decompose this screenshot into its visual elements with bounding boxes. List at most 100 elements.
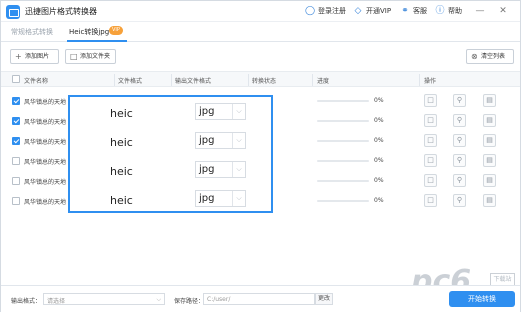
search-icon[interactable]: ⚲ — [453, 174, 466, 187]
progress-bar — [317, 200, 369, 202]
chevron-down-icon: ⌵ — [232, 162, 245, 177]
progress-percent: 0% — [374, 157, 384, 164]
output-format-select[interactable]: jpg ⌵ — [195, 103, 246, 120]
save-path-value: C:/user/ — [207, 296, 231, 303]
format-row: heic jpg ⌵ — [70, 99, 271, 128]
open-folder-icon[interactable]: □ — [424, 174, 437, 187]
file-name: 风华镇总的天地 — [24, 139, 67, 146]
chevron-down-icon: ⌵ — [156, 296, 161, 303]
output-format-select[interactable]: jpg ⌵ — [195, 132, 246, 149]
open-folder-icon[interactable]: □ — [424, 94, 437, 107]
open-folder-icon[interactable]: □ — [424, 154, 437, 167]
file-name: 风华镇总的天地 — [24, 199, 67, 206]
header-actions: 操作 — [424, 78, 437, 85]
folder-icon: □ — [70, 52, 78, 61]
clear-list-button[interactable]: ⊗ 清空列表 — [466, 49, 514, 64]
column-divider — [114, 74, 115, 86]
column-divider — [248, 74, 249, 86]
row-checkbox[interactable] — [12, 177, 20, 185]
row-checkbox[interactable] — [12, 157, 20, 165]
app-window: 迅捷图片格式转换器 ◯ 登录注册 ◇ 开通VIP ⚭ 客服 ⓘ 帮助 — ✕ 常… — [0, 0, 521, 312]
open-folder-icon[interactable]: □ — [424, 194, 437, 207]
search-icon[interactable]: ⚲ — [453, 194, 466, 207]
help-icon: ⓘ — [435, 6, 445, 16]
footer-bar: 输出格式： 请选择 ⌵ 保存路径： C:/user/ 更改 — [1, 285, 520, 312]
tab-heic-to-jpg[interactable]: Heic转换jpg — [69, 27, 109, 37]
help-link[interactable]: ⓘ 帮助 — [435, 6, 462, 16]
trash-icon[interactable]: ▤ — [483, 94, 496, 107]
add-image-label: 添加图片 — [25, 53, 50, 60]
app-logo-icon — [6, 5, 20, 19]
tab-bar: 常规格式转换 Heic转换jpg VIP — [1, 22, 520, 42]
progress-bar — [317, 120, 369, 122]
user-icon: ◯ — [305, 6, 316, 16]
row-checkbox[interactable] — [12, 117, 20, 125]
save-path-field[interactable]: C:/user/ — [203, 293, 315, 305]
add-folder-button[interactable]: □ 添加文件夹 — [65, 49, 116, 64]
column-divider — [419, 74, 420, 86]
output-format-value: jpg — [199, 106, 215, 117]
customer-service-link[interactable]: ⚭ 客服 — [400, 6, 427, 16]
header-status: 转换状态 — [252, 78, 277, 85]
progress-percent: 0% — [374, 97, 384, 104]
vip-badge: VIP — [109, 26, 123, 35]
trash-icon[interactable]: ▤ — [483, 134, 496, 147]
open-folder-icon[interactable]: □ — [424, 134, 437, 147]
search-icon[interactable]: ⚲ — [453, 94, 466, 107]
trash-icon[interactable]: ▤ — [483, 154, 496, 167]
select-all-checkbox[interactable] — [12, 75, 20, 83]
open-vip-label: 开通VIP — [366, 7, 392, 15]
tab-normal-conversion[interactable]: 常规格式转换 — [11, 27, 53, 37]
active-tab-indicator — [67, 40, 127, 42]
title-bar: 迅捷图片格式转换器 ◯ 登录注册 ◇ 开通VIP ⚭ 客服 ⓘ 帮助 — ✕ — [1, 1, 520, 22]
app-title: 迅捷图片格式转换器 — [25, 7, 97, 16]
diamond-icon: ◇ — [354, 6, 362, 16]
column-divider — [171, 74, 172, 86]
progress-percent: 0% — [374, 197, 384, 204]
file-name: 风华镇总的天地 — [24, 179, 67, 186]
search-icon[interactable]: ⚲ — [453, 154, 466, 167]
format-row: heic jpg ⌵ — [70, 128, 271, 157]
customer-service-label: 客服 — [413, 7, 427, 15]
format-row: heic jpg ⌵ — [70, 186, 271, 215]
open-vip-link[interactable]: ◇ 开通VIP — [353, 6, 392, 16]
chevron-down-icon: ⌵ — [232, 191, 245, 206]
add-image-button[interactable]: + 添加图片 — [10, 49, 59, 64]
output-format-value: jpg — [199, 164, 215, 175]
open-folder-icon[interactable]: □ — [424, 114, 437, 127]
output-format-select[interactable]: jpg ⌵ — [195, 190, 246, 207]
search-icon[interactable]: ⚲ — [453, 114, 466, 127]
row-checkbox[interactable] — [12, 97, 20, 105]
progress-percent: 0% — [374, 177, 384, 184]
progress-bar — [317, 100, 369, 102]
header-progress: 进度 — [317, 78, 330, 85]
login-register-link[interactable]: ◯ 登录注册 — [305, 6, 346, 16]
output-format-placeholder: 请选择 — [47, 298, 66, 305]
source-format: heic — [110, 107, 133, 120]
trash-icon[interactable]: ▤ — [483, 194, 496, 207]
column-divider — [312, 74, 313, 86]
login-register-label: 登录注册 — [318, 7, 346, 15]
progress-bar — [317, 160, 369, 162]
change-path-button[interactable]: 更改 — [315, 293, 333, 305]
close-button[interactable]: ✕ — [497, 5, 509, 17]
source-format: heic — [110, 165, 133, 178]
output-format-select[interactable]: jpg ⌵ — [195, 161, 246, 178]
header-file-format: 文件格式 — [118, 78, 143, 85]
chevron-down-icon: ⌵ — [232, 104, 245, 119]
clear-list-label: 清空列表 — [481, 53, 506, 60]
progress-percent: 0% — [374, 137, 384, 144]
minimize-button[interactable]: — — [474, 5, 486, 17]
row-checkbox[interactable] — [12, 197, 20, 205]
file-name: 风华镇总的天地 — [24, 159, 67, 166]
save-path-label: 保存路径： — [174, 298, 205, 305]
search-icon[interactable]: ⚲ — [453, 134, 466, 147]
output-format-dropdown[interactable]: 请选择 ⌵ — [43, 293, 165, 305]
output-format-value: jpg — [199, 193, 215, 204]
progress-bar — [317, 140, 369, 142]
trash-icon[interactable]: ▤ — [483, 174, 496, 187]
row-checkbox[interactable] — [12, 137, 20, 145]
add-folder-label: 添加文件夹 — [80, 53, 111, 60]
start-convert-button[interactable]: 开始转换 — [449, 291, 515, 307]
trash-icon[interactable]: ▤ — [483, 114, 496, 127]
